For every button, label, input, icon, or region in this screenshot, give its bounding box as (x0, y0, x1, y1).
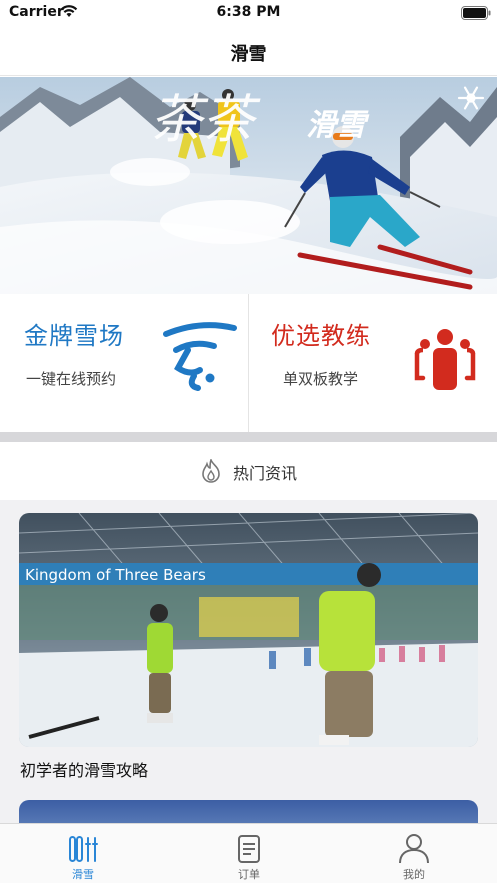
feature-cards: 金牌雪场 一键在线预约 优选教练 单双板教学 (0, 294, 497, 432)
tab-ski[interactable]: 滑雪 (0, 824, 166, 883)
tab-profile[interactable]: 我的 (331, 824, 497, 883)
ski-icon (65, 830, 101, 866)
news-card-image[interactable]: Kingdom of Three Bears (19, 513, 478, 747)
news-title[interactable]: 初学者的滑雪攻略 (20, 757, 148, 781)
tab-orders[interactable]: 订单 (166, 824, 332, 883)
news-card-image-next[interactable] (19, 800, 478, 823)
user-icon (396, 830, 432, 866)
banner-logo-script: 茶茶 (150, 90, 261, 150)
skier-icon (160, 320, 240, 396)
nav-bar: 滑雪 (0, 26, 497, 76)
section-separator (0, 432, 497, 442)
fire-icon (200, 457, 233, 483)
hot-news-label: 热门资讯 (233, 464, 298, 483)
status-bar: Carrier 6:38 PM (0, 0, 497, 26)
feature-title: 优选教练 (271, 322, 371, 350)
feature-subtitle: 单双板教学 (283, 370, 359, 388)
hall-sign-text: Kingdom of Three Bears (25, 566, 206, 584)
tab-bar: 滑雪 订单 我的 (0, 823, 497, 883)
tab-label: 我的 (403, 868, 425, 881)
coach-group-icon (413, 328, 477, 396)
feature-subtitle: 一键在线预约 (26, 370, 117, 388)
clock: 6:38 PM (216, 4, 281, 20)
tab-label: 订单 (238, 868, 260, 881)
tab-label: 滑雪 (72, 868, 94, 881)
feature-card-ski-resort[interactable]: 金牌雪场 一键在线预约 (0, 294, 248, 432)
hero-banner[interactable]: 茶茶 滑雪 (0, 77, 497, 294)
feature-card-coach[interactable]: 优选教练 单双板教学 (249, 294, 497, 432)
banner-logo-text: 滑雪 (306, 108, 370, 143)
order-icon (231, 830, 267, 866)
battery-icon (461, 5, 491, 20)
feature-title: 金牌雪场 (24, 322, 124, 350)
page-title: 滑雪 (230, 44, 267, 65)
news-list: Kingdom of Three Bears 初学者的滑雪攻略 (0, 500, 497, 823)
hot-news-header: 热门资讯 (0, 442, 497, 500)
